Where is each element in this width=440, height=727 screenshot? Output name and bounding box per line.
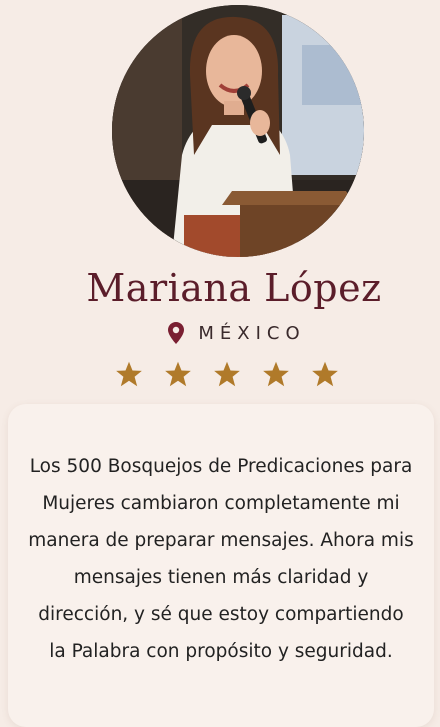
star-icon [312, 361, 338, 387]
location-row: MÉXICO [0, 322, 440, 344]
star-icon [214, 361, 240, 387]
star-icon [165, 361, 191, 387]
testimonial-card: Los 500 Bosquejos de Predicaciones para … [8, 404, 434, 727]
star-icon [116, 361, 142, 387]
location-text: MÉXICO [198, 322, 306, 344]
rating-stars [0, 360, 440, 388]
speaker-photo [112, 5, 364, 257]
testimonial-text: Los 500 Bosquejos de Predicaciones para … [28, 456, 414, 662]
location-pin-icon [168, 322, 185, 344]
star-icon [263, 361, 289, 387]
person-name: Mariana López [86, 266, 382, 310]
